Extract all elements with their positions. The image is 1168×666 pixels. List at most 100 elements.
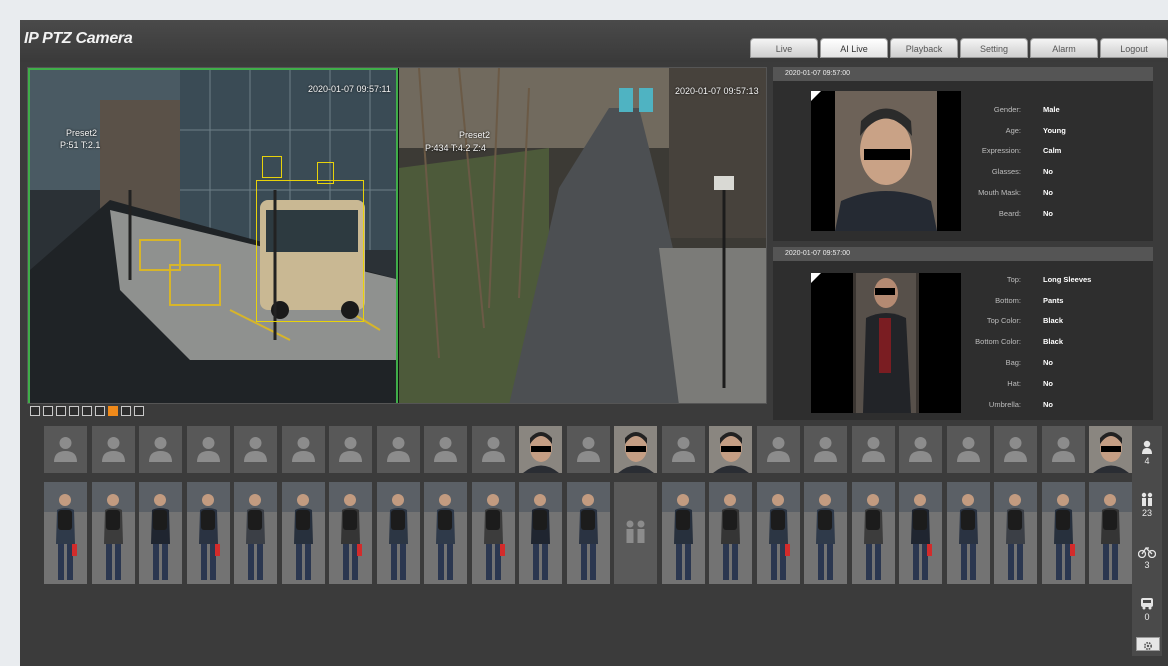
avatar-placeholder-icon <box>909 437 932 462</box>
avatar-placeholder-icon <box>1004 437 1027 462</box>
tab-setting[interactable]: Setting <box>960 38 1028 58</box>
tab-logout[interactable]: Logout <box>1100 38 1168 58</box>
body-thumbnail[interactable] <box>519 482 562 584</box>
face-thumbnail[interactable] <box>1041 426 1085 473</box>
body-thumbnail[interactable] <box>186 482 230 584</box>
stat-bicycle[interactable]: 3 <box>1132 544 1162 570</box>
attr-top-color: Top Color: Black <box>986 316 1064 326</box>
face-thumbnail[interactable] <box>139 426 182 473</box>
face-thumbnail[interactable] <box>424 426 467 473</box>
capture-strip <box>34 426 1132 586</box>
face-thumbnail[interactable] <box>376 426 420 473</box>
body-thumbnail[interactable] <box>661 482 705 584</box>
avatar-placeholder-icon <box>149 437 172 462</box>
avatar-placeholder-icon <box>101 437 125 462</box>
face-thumbnail[interactable] <box>234 426 277 473</box>
stat-pedestrian-count: 23 <box>1141 508 1152 518</box>
face-thumbnail[interactable] <box>946 426 990 473</box>
face-snapshot[interactable] <box>811 91 961 231</box>
layout-5-icon[interactable] <box>134 406 144 416</box>
stat-vehicle-count: 0 <box>1144 612 1150 622</box>
face-thumbnail[interactable] <box>756 426 800 473</box>
pedestrian-photo <box>471 482 515 584</box>
stats-panel: 4 23 3 0 <box>1132 426 1162 656</box>
body-thumbnail[interactable] <box>139 482 182 584</box>
body-thumbnail[interactable] <box>44 482 87 584</box>
body-thumbnail[interactable] <box>424 482 467 584</box>
body-thumbnail[interactable] <box>994 482 1037 584</box>
group-placeholder[interactable] <box>614 482 657 584</box>
body-thumbnail[interactable] <box>899 482 942 584</box>
fisheye-icon[interactable] <box>69 406 79 416</box>
face-thumbnail[interactable] <box>994 426 1037 473</box>
body-thumbnail[interactable] <box>91 482 135 584</box>
body-thumbnail[interactable] <box>376 482 420 584</box>
body-thumbnail[interactable] <box>946 482 990 584</box>
live-view[interactable]: Preset2 P:51 T:2.1 2020-01-07 09:57:11 P… <box>27 67 767 404</box>
layout-4-icon[interactable] <box>121 406 131 416</box>
stat-pedestrian[interactable]: 23 <box>1132 492 1162 518</box>
face-thumbnail[interactable] <box>186 426 230 473</box>
avatar-placeholder-icon <box>481 437 505 462</box>
tab-live[interactable]: Live <box>750 38 818 58</box>
body-thumbnail[interactable] <box>281 482 325 584</box>
body-thumbnail[interactable] <box>851 482 895 584</box>
face-thumbnail[interactable] <box>899 426 942 473</box>
body-thumbnail[interactable] <box>234 482 277 584</box>
body-thumbnail[interactable] <box>329 482 372 584</box>
pedestrian-photo <box>1041 482 1085 584</box>
body-thumbnail[interactable] <box>1089 482 1132 584</box>
video-pane-left[interactable]: Preset2 P:51 T:2.1 2020-01-07 09:57:11 <box>28 68 398 403</box>
stat-person[interactable]: 4 <box>1132 440 1162 466</box>
face-thumbnail[interactable] <box>44 426 87 473</box>
body-thumbnail[interactable] <box>471 482 515 584</box>
osd-timestamp-left: 2020-01-07 09:57:11 <box>308 84 391 94</box>
stat-vehicle[interactable]: 0 <box>1132 596 1162 622</box>
body-thumbnail[interactable] <box>709 482 752 584</box>
stat-bicycle-count: 3 <box>1144 560 1150 570</box>
layout-1-icon[interactable] <box>82 406 92 416</box>
face-thumbnail[interactable] <box>804 426 847 473</box>
body-thumbnail[interactable] <box>804 482 847 584</box>
face-thumbnail[interactable] <box>566 426 610 473</box>
body-thumbnail[interactable] <box>1041 482 1085 584</box>
layout-3-icon[interactable] <box>108 406 118 416</box>
face-thumbnail[interactable] <box>91 426 135 473</box>
osd-position-right: P:434 T:4.2 Z:4 <box>425 143 486 153</box>
pedestrian-photo <box>1089 482 1132 584</box>
live-toolbar <box>30 406 144 416</box>
face-thumbnail[interactable] <box>519 426 562 473</box>
pedestrian-photo <box>329 482 372 584</box>
tab-playback[interactable]: Playback <box>890 38 958 58</box>
face-photo <box>709 426 752 473</box>
detection-box-face-1 <box>262 156 282 178</box>
stat-person-count: 4 <box>1144 456 1150 466</box>
pedestrian-photo <box>899 482 942 584</box>
settings-button[interactable] <box>1136 637 1160 651</box>
pedestrian-photo <box>281 482 325 584</box>
group-icon <box>614 482 657 584</box>
split-icon[interactable] <box>43 406 53 416</box>
avatar-placeholder-icon <box>339 437 362 462</box>
body-snapshot[interactable] <box>811 273 961 413</box>
face-thumbnail[interactable] <box>709 426 752 473</box>
detection-box-face-2 <box>317 162 334 184</box>
attr-glasses: Glasses: No <box>991 167 1053 177</box>
pip-icon[interactable] <box>56 406 66 416</box>
face-thumbnail[interactable] <box>661 426 705 473</box>
video-pane-right[interactable]: Preset2 P:434 T:4.2 Z:4 2020-01-07 09:57… <box>399 68 766 403</box>
body-thumbnail[interactable] <box>566 482 610 584</box>
face-thumbnail[interactable] <box>471 426 515 473</box>
attr-bottom: Bottom: Pants <box>995 295 1064 305</box>
tab-alarm[interactable]: Alarm <box>1030 38 1098 58</box>
tab-ai-live[interactable]: AI Live <box>820 38 888 58</box>
face-thumbnail[interactable] <box>614 426 657 473</box>
face-thumbnail[interactable] <box>281 426 325 473</box>
body-thumbnail[interactable] <box>756 482 800 584</box>
face-thumbnail[interactable] <box>329 426 372 473</box>
layout-2-icon[interactable] <box>95 406 105 416</box>
face-thumbnail[interactable] <box>851 426 895 473</box>
face-thumbnail[interactable] <box>1089 426 1132 473</box>
fullscreen-icon[interactable] <box>30 406 40 416</box>
face-photo <box>519 426 562 473</box>
